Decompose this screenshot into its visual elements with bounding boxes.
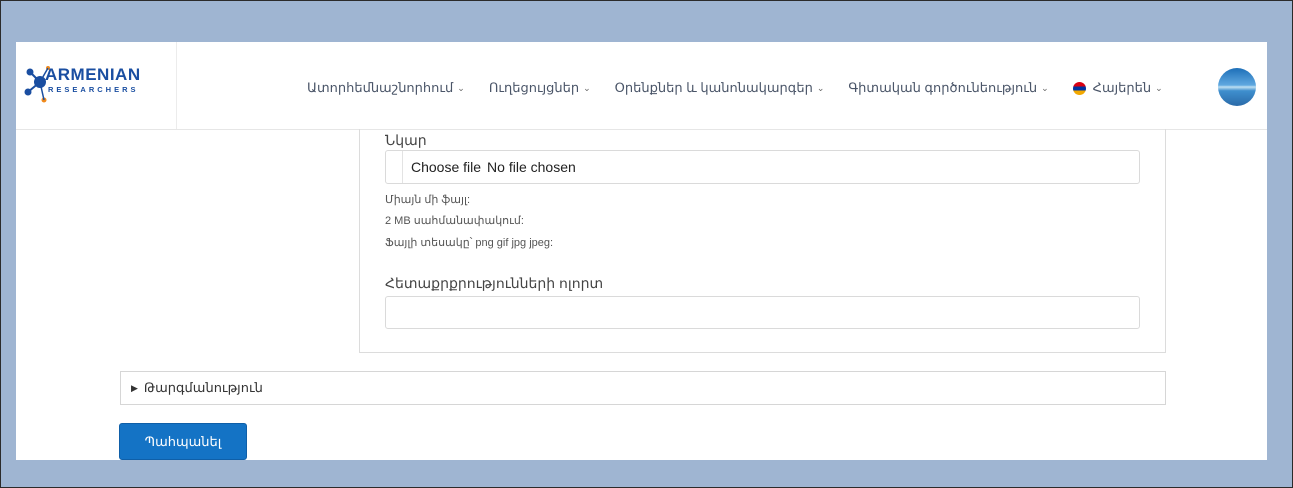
- save-button[interactable]: Պահպանել: [119, 423, 247, 460]
- help-one-file: Միայն մի ֆայլ:: [385, 194, 471, 206]
- image-file-input[interactable]: Choose file No file chosen: [385, 150, 1140, 184]
- translation-details[interactable]: ▶ Թարգմանություն: [120, 371, 1166, 405]
- language-switcher[interactable]: Հայերեն ⌄: [1072, 80, 1163, 96]
- translation-summary-label: Թարգմանություն: [143, 380, 263, 395]
- chevron-down-icon: ⌄: [1155, 82, 1163, 93]
- user-avatar[interactable]: [1218, 68, 1256, 106]
- chevron-down-icon: ⌄: [816, 82, 825, 93]
- nav-item-label: Ատորհեմնաշնորհում: [307, 80, 454, 95]
- choose-file-button[interactable]: Choose file: [403, 159, 487, 175]
- image-field-label: Նկար: [385, 132, 427, 148]
- nav-item-research[interactable]: Գիտական գործունեություն ⌄: [848, 80, 1048, 96]
- file-input-left-edge: [386, 151, 403, 183]
- main-nav: Ատորհեմնաշնորհում ⌄ Ուղեցույցներ ⌄ Օրենք…: [307, 78, 1187, 98]
- logo-tagline: RESEARCHERS: [48, 85, 139, 94]
- site-header: ARMENIAN RESEARCHERS Ատորհեմնաշնորհում ⌄…: [16, 42, 1267, 130]
- armenia-flag-icon: [1072, 81, 1086, 95]
- page: ARMENIAN RESEARCHERS Ատորհեմնաշնորհում ⌄…: [16, 42, 1267, 460]
- interests-field-label: Հետաքրքրությունների ոլորտ: [385, 275, 604, 291]
- help-size-limit: 2 MB սահմանափակում:: [385, 215, 524, 227]
- chevron-down-icon: ⌄: [457, 82, 465, 93]
- nav-item-laws[interactable]: Օրենքներ և կանոնակարգեր ⌄: [615, 80, 825, 96]
- file-status-text: No file chosen: [487, 159, 576, 175]
- nav-item-label: Գիտական գործունեություն: [848, 80, 1038, 95]
- nav-item-label: Ուղեցույցներ: [488, 80, 580, 95]
- nav-item-accreditation[interactable]: Ատորհեմնաշնորհում ⌄: [307, 80, 465, 96]
- chevron-down-icon: ⌄: [1041, 82, 1049, 93]
- nav-item-label: Օրենքներ և կանոնակարգեր: [614, 80, 813, 95]
- nav-item-guides[interactable]: Ուղեցույցներ ⌄: [489, 80, 591, 96]
- logo[interactable]: ARMENIAN RESEARCHERS: [16, 42, 177, 129]
- triangle-right-icon: ▶: [131, 382, 138, 393]
- language-label: Հայերեն: [1092, 80, 1152, 95]
- logo-wordmark: ARMENIAN: [45, 65, 141, 84]
- chevron-down-icon: ⌄: [583, 82, 591, 93]
- interests-input[interactable]: [385, 296, 1140, 329]
- help-file-types: Ֆայլի տեսակը՝ png gif jpg jpeg:: [385, 237, 554, 249]
